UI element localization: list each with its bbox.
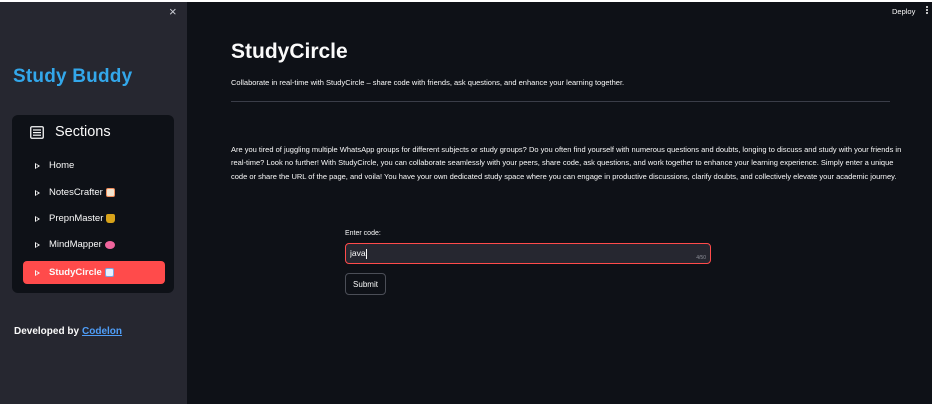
sections-title: Sections — [55, 124, 111, 140]
sidebar-item-notescrafter[interactable]: NotesCrafter — [23, 181, 165, 204]
sidebar-item-prepnmaster[interactable]: PrepnMaster — [23, 207, 165, 230]
developer-link[interactable]: Codelon — [82, 326, 122, 337]
sidebar-item-home[interactable]: Home — [23, 154, 165, 177]
caret-right-icon — [35, 269, 40, 276]
sidebar-item-label: StudyCircle — [49, 267, 102, 278]
sections-menu-header: Sections — [30, 124, 111, 140]
app-window: × Study Buddy Sections Home NotesCrafter — [0, 2, 932, 404]
page-subtitle: Collaborate in real-time with StudyCircl… — [231, 78, 625, 87]
sidebar-item-studycircle[interactable]: StudyCircle — [23, 261, 165, 284]
text-cursor — [366, 249, 367, 259]
sidebar-item-label: NotesCrafter — [49, 187, 103, 198]
caret-right-icon — [35, 241, 40, 248]
submit-button[interactable]: Submit — [345, 273, 386, 295]
sidebar-item-label: MindMapper — [49, 239, 102, 250]
caret-right-icon — [35, 189, 40, 196]
divider — [231, 101, 890, 102]
deploy-button[interactable]: Deploy — [892, 7, 915, 16]
sidebar-item-label: PrepnMaster — [49, 213, 104, 224]
character-counter: 4/50 — [696, 255, 706, 261]
sections-menu: Sections Home NotesCrafter PrepnMaster M… — [12, 115, 174, 293]
sidebar: × Study Buddy Sections Home NotesCrafter — [0, 2, 187, 404]
code-field[interactable]: 4/50 — [345, 243, 711, 264]
developer-credit: Developed by Codelon — [14, 326, 122, 337]
caret-right-icon — [35, 162, 40, 169]
developer-credit-prefix: Developed by — [14, 326, 80, 337]
trophy-icon — [106, 214, 116, 223]
app-brand-title: Study Buddy — [13, 66, 133, 87]
document-list-icon — [30, 125, 44, 139]
book-icon — [104, 268, 114, 277]
caret-right-icon — [35, 215, 40, 222]
description-text: Are you tired of juggling multiple Whats… — [231, 145, 902, 181]
code-field-label: Enter code: — [345, 230, 381, 237]
brain-icon — [104, 240, 115, 249]
close-sidebar-icon[interactable]: × — [169, 5, 177, 19]
memo-icon — [105, 188, 115, 197]
sidebar-item-mindmapper[interactable]: MindMapper — [23, 233, 165, 256]
sidebar-item-label: Home — [49, 160, 75, 171]
page-title: StudyCircle — [231, 40, 348, 63]
main-menu-icon[interactable] — [926, 6, 929, 16]
code-input[interactable] — [350, 248, 670, 258]
